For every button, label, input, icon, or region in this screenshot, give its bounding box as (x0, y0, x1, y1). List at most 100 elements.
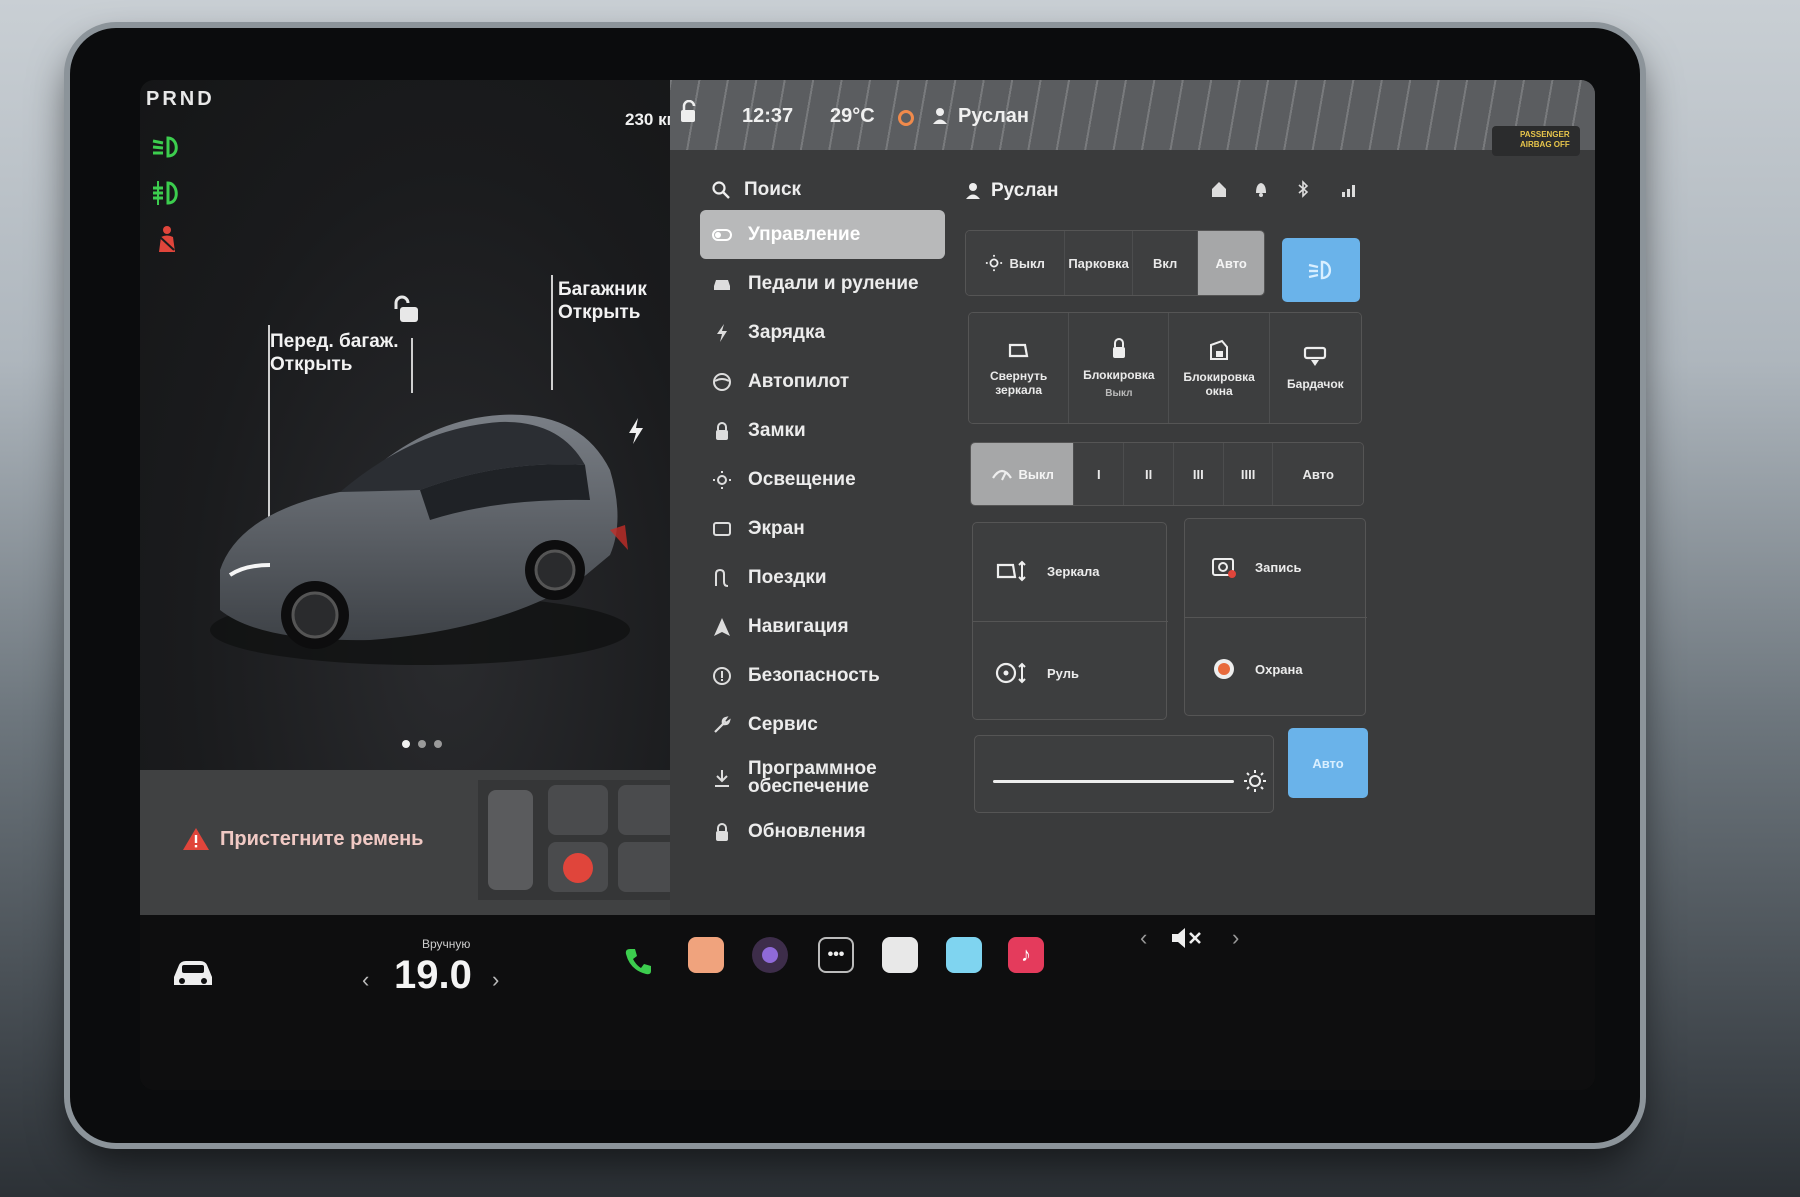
menu-item[interactable]: Зарядка (700, 308, 945, 357)
wiper-option-label: I (1097, 466, 1101, 482)
mute-icon[interactable] (1170, 925, 1204, 951)
wiper-option[interactable]: IIII (1223, 443, 1274, 505)
adjust-steering-label: Руль (1047, 665, 1079, 681)
menu-item[interactable]: Навигация (700, 602, 945, 651)
wiper-option[interactable]: II (1124, 443, 1174, 505)
menu-item[interactable]: Экран (700, 504, 945, 553)
menu-item[interactable]: Педали и руление (700, 259, 945, 308)
airbag-line2: AIRBAG OFF (1520, 140, 1570, 149)
seat-occupancy-map (478, 780, 688, 900)
more-apps-icon[interactable]: ••• (818, 937, 854, 973)
search-button[interactable]: Поиск (700, 170, 945, 210)
seatbelt-unbuckled-icon (563, 853, 593, 883)
dashcam-button[interactable]: Запись (1211, 555, 1301, 579)
app-launcher-icon[interactable] (688, 937, 724, 973)
headlight-option-label: Авто (1215, 255, 1247, 271)
calendar-icon[interactable] (882, 937, 918, 973)
frunk-callout[interactable]: Перед. багаж. Открыть (270, 330, 399, 376)
headlight-option[interactable]: Авто (1198, 231, 1264, 295)
menu-item[interactable]: Программное обеспечение (700, 749, 945, 807)
cabin-temperature[interactable]: 19.0 (394, 953, 472, 998)
wiper-option[interactable]: III (1173, 443, 1224, 505)
menu-item-label: Обновления (748, 820, 866, 842)
volume-up-button[interactable]: › (1232, 925, 1239, 951)
wiper-option[interactable]: I (1074, 443, 1125, 505)
temp-up-button[interactable]: › (492, 967, 499, 993)
wrench-icon (712, 715, 732, 735)
bluetooth-icon[interactable] (1294, 180, 1312, 198)
menu-item[interactable]: Обновления (700, 807, 945, 856)
profile-icon[interactable] (932, 107, 948, 125)
page-dot[interactable] (418, 740, 426, 748)
headlight-toggle-button[interactable] (1282, 238, 1360, 302)
window-lock-button[interactable]: Блокировка окна (1169, 313, 1270, 423)
bottom-dock: Вручную ‹ 19.0 › ••• ♪ ‹ › (140, 915, 1595, 1090)
menu-item[interactable]: Сервис (700, 700, 945, 749)
temp-down-button[interactable]: ‹ (362, 967, 369, 993)
phone-icon[interactable] (622, 945, 654, 977)
menu-item[interactable]: Освещение (700, 455, 945, 504)
page-dot[interactable] (402, 740, 410, 748)
trunk-open-button[interactable]: Открыть (558, 301, 647, 324)
glovebox-button[interactable]: Бардачок (1269, 313, 1361, 423)
fog-light-icon (153, 181, 178, 205)
headlight-option[interactable]: Выкл (966, 231, 1066, 295)
headlight-icon (1308, 260, 1332, 280)
page-indicator[interactable] (402, 740, 442, 748)
menu-item-label: Освещение (748, 468, 856, 490)
tile-label: Блокировка окна (1183, 369, 1255, 398)
menu-item-label: Безопасность (748, 664, 880, 686)
header-icons (1210, 180, 1358, 198)
profile-header[interactable]: Руслан (965, 180, 1058, 202)
frunk-open-button[interactable]: Открыть (270, 353, 399, 376)
download-icon (712, 768, 732, 788)
headlight-option[interactable]: Парковка (1065, 231, 1133, 295)
trunk-callout[interactable]: Багажник Открыть (558, 278, 647, 324)
dashcam-label: Запись (1255, 559, 1302, 575)
seatbelt-alert[interactable]: Пристегните ремень (140, 770, 760, 915)
brightness-track[interactable] (993, 780, 1235, 783)
menu-item[interactable]: Управление (700, 210, 945, 259)
status-user[interactable]: Руслан (958, 105, 1029, 128)
car-model-image (210, 414, 630, 665)
menu-item[interactable]: Автопилот (700, 357, 945, 406)
page-dot[interactable] (434, 740, 442, 748)
sentry-mode-button[interactable]: Охрана (1211, 657, 1303, 681)
menu-item-label: Программное обеспечение (748, 758, 877, 797)
headlight-option[interactable]: Вкл (1132, 231, 1199, 295)
bell-icon[interactable] (1252, 180, 1270, 198)
sentry-status-icon (898, 110, 914, 126)
sun-icon (712, 470, 732, 490)
brightness-auto-button[interactable]: Авто (1288, 728, 1368, 798)
camera-app-icon[interactable] (752, 937, 788, 973)
low-beam-icon (152, 136, 178, 158)
music-icon[interactable]: ♪ (1008, 937, 1044, 973)
wiper-option[interactable]: Авто (1273, 443, 1363, 505)
adjust-steering-button[interactable]: Руль (995, 661, 1079, 685)
map-background (670, 80, 1595, 150)
menu-item[interactable]: Поездки (700, 553, 945, 602)
mirror-fold-button[interactable]: Свернуть зеркала (969, 313, 1070, 423)
unlock-icon[interactable] (392, 295, 424, 325)
menu-item[interactable]: Безопасность (700, 651, 945, 700)
lock-icon (712, 822, 732, 842)
wiper-option-label: Авто (1302, 466, 1334, 482)
car-icon[interactable] (170, 955, 216, 989)
tile-sublabel: Выкл (1105, 388, 1133, 399)
menu-item-label: Педали и руление (748, 272, 919, 294)
wiper-icon (991, 469, 1012, 481)
volume-down-button[interactable]: ‹ (1140, 925, 1147, 951)
controls-panel: 12:37 29°C Руслан PASSENGER AIRBAG OFF П… (670, 80, 1595, 915)
menu-item[interactable]: Замки (700, 406, 945, 455)
wiper-option[interactable]: Выкл (971, 443, 1075, 505)
sentry-icon (1214, 659, 1234, 679)
brightness-slider[interactable] (974, 735, 1274, 813)
browser-icon[interactable] (946, 937, 982, 973)
outside-temperature: 29°C (830, 105, 875, 127)
adjust-mirrors-button[interactable]: Зеркала (995, 559, 1100, 583)
sentry-label: Охрана (1255, 661, 1303, 677)
seatbelt-warning-icon (159, 226, 175, 252)
display-icon (712, 519, 732, 539)
home-icon[interactable] (1210, 180, 1228, 198)
child-lock-button[interactable]: Блокировка Выкл (1069, 313, 1170, 423)
